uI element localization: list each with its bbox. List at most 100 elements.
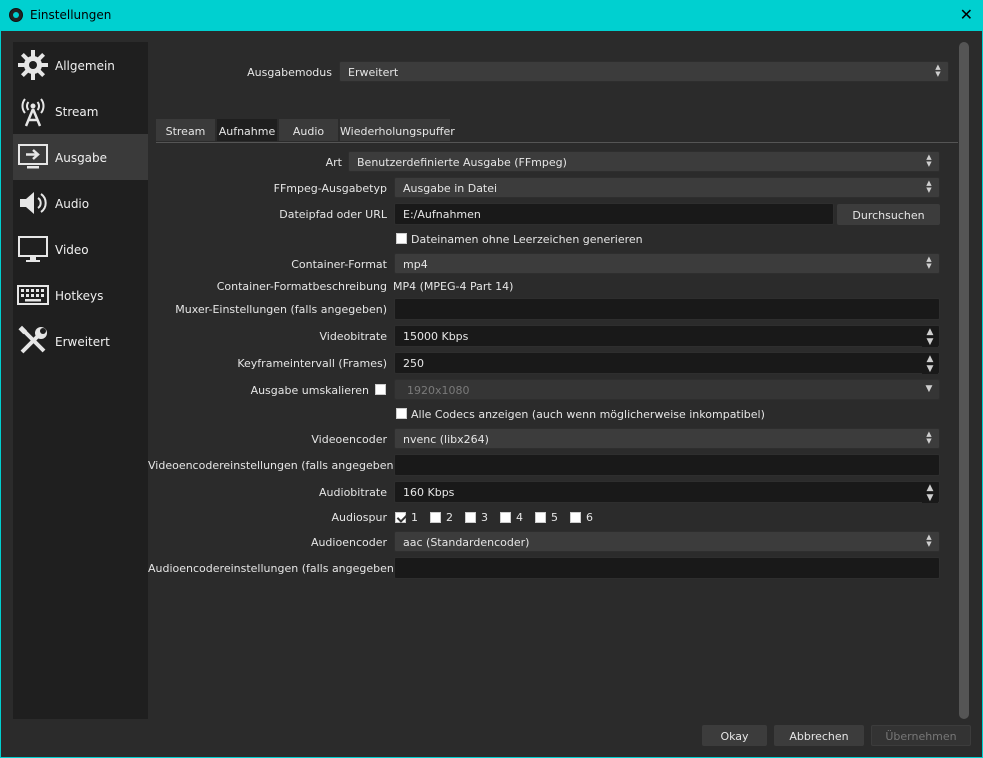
sidebar: Allgemein Stream Ausgabe Audio Video Hot… — [13, 42, 148, 719]
tab-label: Audio — [292, 125, 325, 138]
sidebar-item-stream[interactable]: Stream — [13, 88, 148, 134]
video-bitrate-spinbox[interactable]: 15000 Kbps ▲ ▼ — [394, 325, 940, 347]
rescale-checkbox[interactable] — [375, 384, 386, 395]
audio-track-2-checkbox[interactable] — [430, 512, 441, 523]
audio-bitrate-value: 160 Kbps — [403, 486, 455, 499]
vertical-scrollbar[interactable] — [958, 42, 970, 719]
recording-type-select[interactable]: Benutzerdefinierte Ausgabe (FFmpeg) ▲ ▼ — [348, 151, 940, 172]
settings-window: Allgemein Stream Ausgabe Audio Video Hot… — [0, 31, 983, 758]
audio-bitrate-spinbox[interactable]: 160 Kbps ▲ ▼ — [394, 481, 940, 503]
sidebar-item-label: Ausgabe — [55, 151, 108, 165]
tab-label: Wiederholungspuffer — [340, 125, 455, 138]
cancel-button[interactable]: Abbrechen — [774, 725, 864, 746]
up-down-arrows-icon: ▲ ▼ — [926, 179, 932, 194]
audio-encoder-select[interactable]: aac (Standardencoder) ▲ ▼ — [394, 531, 940, 552]
sidebar-item-video[interactable]: Video — [13, 226, 148, 272]
spin-down-icon[interactable]: ▼ — [922, 493, 938, 503]
container-desc-label: Container-Formatbeschreibung — [216, 280, 387, 293]
video-encoder-select[interactable]: nvenc (libx264) ▲ ▼ — [394, 428, 940, 449]
video-encoder-label: Videoencoder — [311, 433, 387, 446]
output-mode-select[interactable]: Erweitert ▲ ▼ — [339, 61, 949, 82]
output-mode-label: Ausgabemodus — [247, 66, 332, 79]
sidebar-item-allgemein[interactable]: Allgemein — [13, 42, 148, 88]
container-desc-value: MP4 (MPEG-4 Part 14) — [393, 280, 514, 293]
sidebar-item-label: Stream — [55, 105, 99, 119]
spin-down-icon[interactable]: ▼ — [922, 364, 938, 374]
tools-icon — [18, 325, 47, 354]
apply-button[interactable]: Übernehmen — [871, 725, 971, 746]
tab-label: Aufnahme — [218, 125, 276, 138]
audio-track-4-label: 4 — [516, 511, 523, 524]
all-codecs-checkbox[interactable] — [396, 408, 407, 419]
output-settings-panel: Ausgabemodus Erweitert ▲ ▼ Stream Aufnahm… — [148, 42, 960, 719]
speaker-icon — [20, 192, 47, 214]
recording-type-value: Benutzerdefinierte Ausgabe (FFmpeg) — [357, 156, 567, 169]
audio-track-1-label: 1 — [411, 511, 418, 524]
audio-track-6-checkbox[interactable] — [570, 512, 581, 523]
sidebar-item-label: Video — [55, 243, 89, 257]
ffmpeg-output-type-select[interactable]: Ausgabe in Datei ▲ ▼ — [394, 177, 940, 198]
close-icon[interactable]: ✕ — [960, 6, 973, 24]
file-path-input[interactable]: E:/Aufnahmen — [394, 203, 834, 225]
video-bitrate-label: Videobitrate — [319, 330, 387, 343]
rescale-label: Ausgabe umskalieren — [250, 384, 369, 397]
video-encoder-settings-input[interactable] — [394, 454, 940, 476]
tab-wiederholungspuffer[interactable]: Wiederholungspuffer — [339, 118, 455, 142]
sidebar-item-label: Audio — [55, 197, 90, 211]
container-format-label: Container-Format — [291, 258, 387, 271]
tab-audio[interactable]: Audio — [278, 118, 339, 142]
sidebar-item-erweitert[interactable]: Erweitert — [13, 318, 148, 364]
title-bar: Einstellungen ✕ — [0, 0, 983, 31]
spin-up-icon[interactable]: ▲ — [922, 327, 938, 337]
audio-track-2-label: 2 — [446, 511, 453, 524]
audio-track-5-checkbox[interactable] — [535, 512, 546, 523]
spin-buttons: ▲ ▼ — [922, 327, 938, 347]
audio-encoder-value: aac (Standardencoder) — [403, 536, 530, 549]
file-path-value: E:/Aufnahmen — [403, 208, 481, 221]
audio-encoder-label: Audioencoder — [310, 536, 387, 549]
spin-up-icon[interactable]: ▲ — [922, 354, 938, 364]
output-mode-value: Erweitert — [348, 66, 399, 79]
browse-button[interactable]: Durchsuchen — [837, 204, 940, 225]
video-bitrate-value: 15000 Kbps — [403, 330, 469, 343]
no-spaces-checkbox[interactable] — [396, 233, 407, 244]
monitor-icon — [18, 236, 48, 262]
sidebar-item-audio[interactable]: Audio — [13, 180, 148, 226]
sidebar-item-label: Erweitert — [55, 335, 110, 349]
up-down-arrows-icon: ▲ ▼ — [926, 533, 932, 548]
antenna-icon — [21, 98, 45, 127]
sidebar-item-hotkeys[interactable]: Hotkeys — [13, 272, 148, 318]
spin-up-icon[interactable]: ▲ — [922, 483, 938, 493]
muxer-settings-input[interactable] — [394, 298, 940, 320]
audio-track-label: Audiospur — [331, 511, 387, 524]
keyframe-interval-value: 250 — [403, 357, 424, 370]
obs-logo-icon — [9, 8, 23, 22]
audio-track-6-label: 6 — [586, 511, 593, 524]
keyframe-interval-spinbox[interactable]: 250 ▲ ▼ — [394, 352, 940, 374]
tab-divider — [156, 142, 960, 143]
spin-buttons: ▲ ▼ — [922, 483, 938, 503]
up-down-arrows-icon: ▲ ▼ — [926, 255, 932, 270]
no-spaces-label: Dateinamen ohne Leerzeichen generieren — [411, 233, 643, 246]
output-icon — [18, 144, 48, 169]
audio-track-3-label: 3 — [481, 511, 488, 524]
scrollbar-thumb[interactable] — [959, 42, 969, 719]
tab-stream[interactable]: Stream — [155, 118, 216, 142]
audio-track-4-checkbox[interactable] — [500, 512, 511, 523]
tab-aufnahme[interactable]: Aufnahme — [216, 118, 278, 142]
okay-button[interactable]: Okay — [702, 725, 767, 746]
spin-down-icon[interactable]: ▼ — [922, 337, 938, 347]
keyframe-interval-label: Keyframeintervall (Frames) — [237, 357, 387, 370]
up-down-arrows-icon: ▲ ▼ — [935, 63, 941, 78]
chevron-down-icon: ▼ — [925, 384, 933, 394]
rescale-resolution-select[interactable]: 1920x1080 ▼ — [394, 379, 940, 400]
up-down-arrows-icon: ▲ ▼ — [926, 153, 932, 168]
file-path-label: Dateipfad oder URL — [279, 208, 387, 221]
container-format-select[interactable]: mp4 ▲ ▼ — [394, 253, 940, 274]
muxer-settings-label: Muxer-Einstellungen (falls angegeben) — [175, 303, 387, 316]
audio-track-3-checkbox[interactable] — [465, 512, 476, 523]
audio-track-1-checkbox[interactable] — [395, 512, 406, 523]
sidebar-item-label: Hotkeys — [55, 289, 104, 303]
audio-encoder-settings-input[interactable] — [394, 557, 940, 579]
sidebar-item-ausgabe[interactable]: Ausgabe — [13, 134, 148, 180]
